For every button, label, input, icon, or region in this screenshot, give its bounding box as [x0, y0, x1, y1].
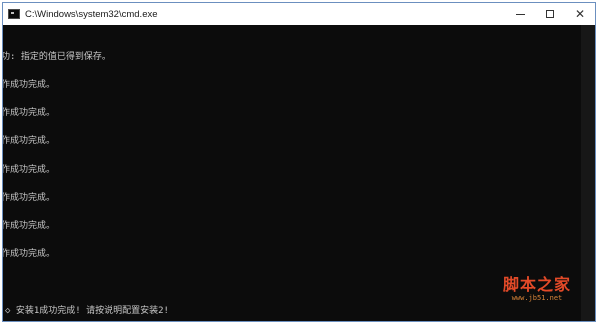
minimize-button[interactable]	[505, 3, 535, 25]
close-button[interactable]: ✕	[565, 3, 595, 25]
title-bar[interactable]: C:\Windows\system32\cmd.exe ✕	[3, 3, 595, 25]
console-line: 作成功完成。	[2, 80, 56, 91]
watermark-logo: 脚本之家 www.jb51.net	[503, 276, 571, 303]
console-line: 作成功完成。	[2, 221, 56, 232]
console-icon	[8, 9, 20, 19]
minimize-icon	[515, 13, 525, 15]
watermark-name: 脚本之家	[502, 275, 571, 294]
console-output[interactable]: 功: 指定的值已得到保存。 作成功完成。 作成功完成。 作成功完成。 作成功完成…	[3, 25, 581, 321]
close-icon: ✕	[574, 7, 586, 21]
maximize-icon	[546, 10, 554, 18]
console-line: 作成功完成。	[2, 164, 56, 175]
install-message: 安装1成功完成! 请按说明配置安装2!	[15, 306, 169, 317]
console-line: 作成功完成。	[2, 249, 56, 260]
console-line: 作成功完成。	[2, 136, 56, 147]
window-title: C:\Windows\system32\cmd.exe	[25, 8, 158, 20]
maximize-button[interactable]	[535, 3, 565, 25]
cmd-window: C:\Windows\system32\cmd.exe ✕ 功: 指定的值已得到…	[2, 2, 596, 322]
prompt-glyph-icon: ◇	[5, 306, 11, 317]
console-line: 作成功完成。	[2, 192, 56, 203]
window-controls: ✕	[505, 3, 595, 25]
watermark-url: www.jb51.net	[511, 294, 563, 302]
vertical-scrollbar[interactable]	[581, 25, 595, 321]
console-line: 作成功完成。	[2, 108, 56, 119]
console-message-line: ◇ 安装1成功完成! 请按说明配置安装2!	[5, 307, 581, 316]
console-line: 功: 指定的值已得到保存。	[2, 51, 111, 62]
